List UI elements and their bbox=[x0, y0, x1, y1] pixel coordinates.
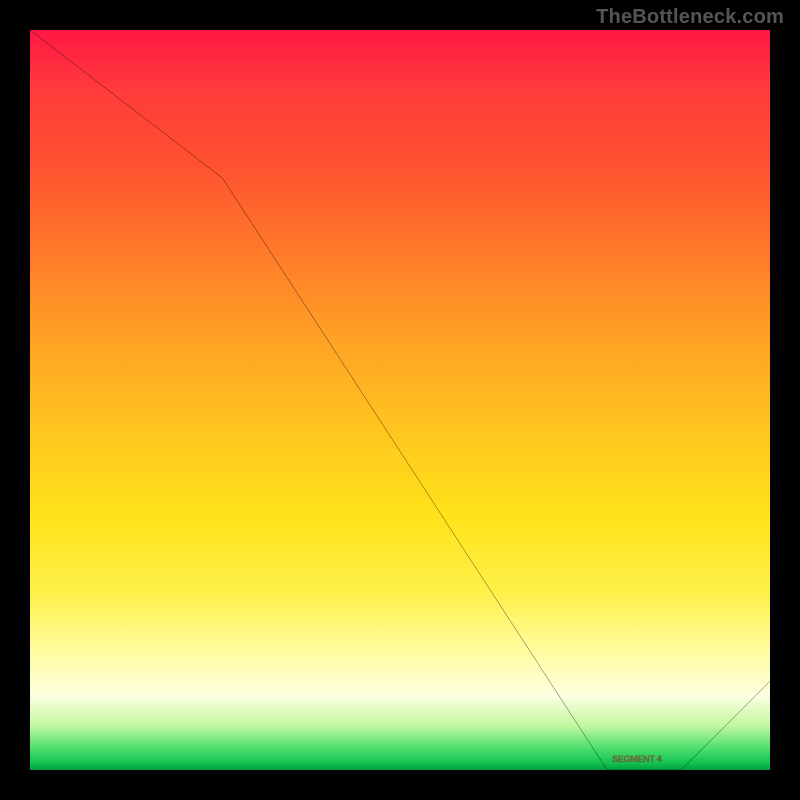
attribution-label: TheBottleneck.com bbox=[596, 6, 784, 29]
chart-plot-area: SEGMENT 4 bbox=[30, 30, 770, 770]
bottleneck-curve bbox=[30, 30, 770, 770]
segment-label: SEGMENT 4 bbox=[612, 754, 661, 764]
chart-frame: TheBottleneck.com SEGMENT 4 bbox=[0, 0, 800, 800]
